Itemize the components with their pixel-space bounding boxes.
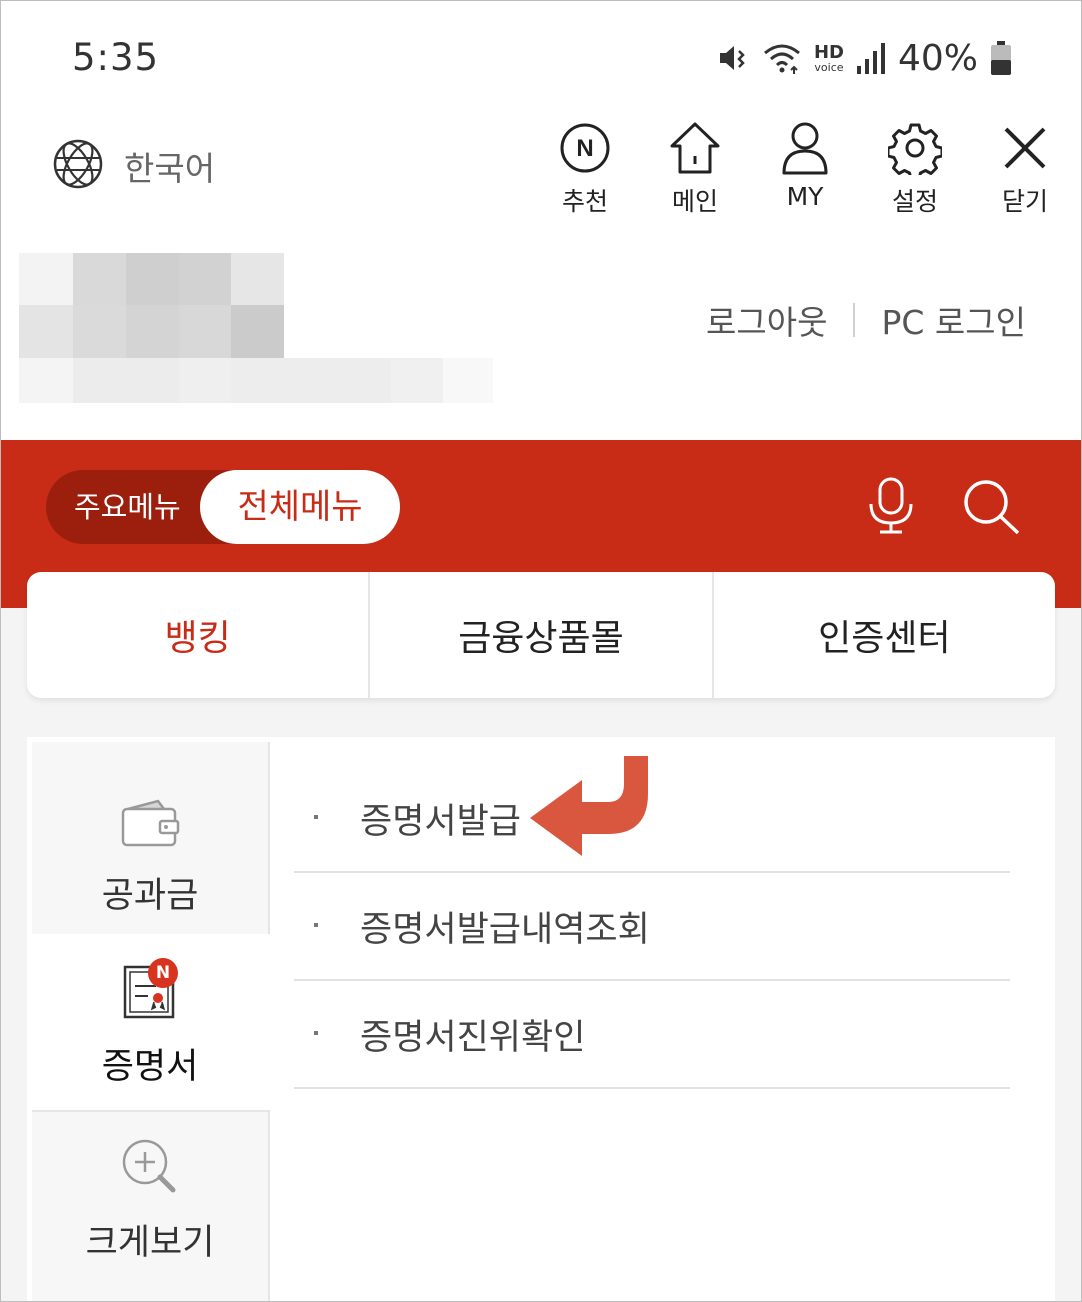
voice-search-button[interactable] [866,476,916,540]
side-menu: 공과금 N 증명서 크게보기 [32,742,270,1302]
user-area: 로그아웃 PC 로그인 [0,240,1082,440]
logout-link[interactable]: 로그아웃 [706,296,827,344]
nav-settings-label: 설정 [891,187,938,216]
new-badge: N [148,958,178,988]
recommend-n-letter: N [576,135,593,162]
all-menu-toggle[interactable]: 전체메뉴 [200,470,400,544]
sub-item-certificate-history[interactable]: 증명서발급내역조회 [294,873,1010,981]
side-item-label: 크게보기 [85,1223,215,1263]
sub-item-certificate-verify[interactable]: 증명서진위확인 [294,981,1010,1089]
sub-item-label: 증명서진위확인 [360,1017,586,1058]
category-tabs: 뱅킹 금융상품몰 인증센터 [27,572,1055,698]
certificate-icon: N [122,958,178,1024]
language-selector[interactable]: 한국어 [52,138,215,194]
mute-icon [716,41,750,75]
signal-icon [856,42,886,74]
search-button[interactable] [962,478,1022,540]
language-label: 한국어 [124,149,216,188]
side-item-certificates[interactable]: N 증명서 [32,934,268,1110]
top-nav-icons: N 추천 메인 MY 설정 닫기 [530,118,1080,218]
voice-label: voice [814,60,844,74]
annotation-arrow-icon [520,750,660,866]
nav-close-label: 닫기 [1001,187,1048,216]
tab-certification-center[interactable]: 인증센터 [714,572,1055,698]
sub-item-label: 증명서발급 [360,801,522,842]
recommend-n-icon: N [560,123,610,173]
side-divider [268,1110,270,1302]
status-icons: HD voice 40% [716,36,1012,80]
zoom-in-icon [121,1138,179,1200]
nav-main-button[interactable]: 메인 [640,118,750,218]
wallet-icon [120,797,180,853]
status-bar: 5:35 HD voice 40% [0,0,1082,110]
side-item-large-view[interactable]: 크게보기 [32,1110,268,1302]
side-item-utility-bills[interactable]: 공과금 [32,742,268,934]
pc-login-link[interactable]: PC 로그인 [881,296,1026,344]
nav-main-label: 메인 [671,187,718,216]
wifi-icon [762,41,802,75]
hd-voice-indicator: HD voice [813,41,844,74]
top-nav: 한국어 N 추천 메인 MY 설정 닫기 [0,110,1082,230]
microphone-icon [869,477,913,534]
globe-icon [52,138,104,194]
battery-icon [990,41,1012,75]
menu-toggle: 주요메뉴 전체메뉴 [46,470,400,544]
search-icon [964,480,1020,535]
nav-recommend-button[interactable]: N 추천 [530,118,640,218]
nav-recommend-label: 추천 [561,187,608,216]
status-time: 5:35 [72,36,160,79]
nav-close-button[interactable]: 닫기 [970,118,1080,218]
person-icon [782,122,828,175]
bullet-dot [314,815,318,819]
tab-financial-products[interactable]: 금융상품몰 [370,572,714,698]
sub-item-label: 증명서발급내역조회 [360,909,650,950]
auth-links: 로그아웃 PC 로그인 [706,296,1026,344]
tab-banking[interactable]: 뱅킹 [27,572,371,698]
nav-settings-button[interactable]: 설정 [860,118,970,218]
bullet-dot [314,1031,318,1035]
battery-percent: 40% [897,37,978,79]
main-menu-toggle[interactable]: 주요메뉴 [74,470,181,544]
auth-divider [853,303,856,337]
nav-my-label: MY [786,182,824,211]
side-item-label: 증명서 [101,1047,199,1087]
side-divider [268,742,270,934]
nav-my-button[interactable]: MY [750,118,860,218]
side-item-label: 공과금 [101,876,199,916]
gear-icon [888,123,942,175]
bullet-dot [314,923,318,927]
hd-label: HD [813,41,844,63]
home-icon [670,122,720,174]
close-icon [1004,127,1046,169]
